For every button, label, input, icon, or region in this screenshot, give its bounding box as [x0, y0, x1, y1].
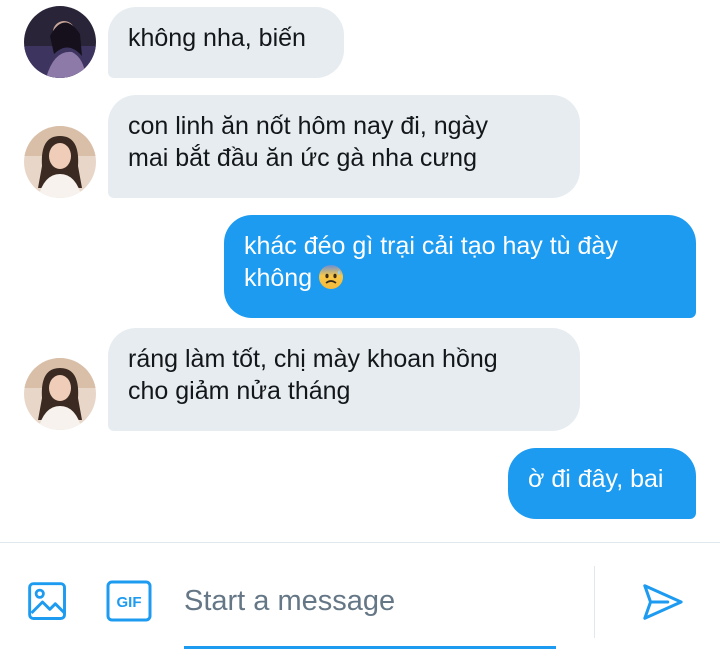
message-text: ờ đi đây, bai [528, 465, 664, 493]
message-text: ráng làm tốt, chị mày khoan hồng [128, 345, 498, 373]
message-bubble[interactable]: con linh ăn nốt hôm nay đi, ngày mai bắt… [108, 95, 580, 198]
message-text: cho giảm nửa tháng [128, 377, 351, 405]
message-text-line: không [244, 262, 676, 294]
gif-label: GIF [117, 594, 142, 611]
anxious-face-with-sweat-emoji [318, 264, 344, 290]
send-icon [643, 584, 683, 620]
image-icon [28, 582, 66, 620]
message-bubble[interactable]: không nha, biến [108, 7, 344, 78]
avatar-image [24, 6, 96, 78]
gif-icon: GIF [106, 580, 152, 622]
message-text: mai bắt đầu ăn ức gà nha cưng [128, 144, 477, 172]
message-bubble[interactable]: khác đéo gì trại cải tạo hay tù đày khôn… [224, 215, 696, 318]
message-text: khác đéo gì trại cải tạo hay tù đày [244, 232, 618, 260]
image-button[interactable] [24, 578, 72, 626]
message-text: không nha, biến [128, 24, 306, 52]
send-button[interactable] [638, 580, 686, 624]
message-bubble[interactable]: ráng làm tốt, chị mày khoan hồng cho giả… [108, 328, 580, 431]
message-input-underline [184, 646, 556, 649]
avatar[interactable] [24, 358, 96, 430]
message-bubble[interactable]: ờ đi đây, bai [508, 448, 696, 519]
composer-divider [0, 542, 720, 543]
send-divider [594, 566, 595, 638]
message-text: không [244, 264, 313, 292]
message-text: con linh ăn nốt hôm nay đi, ngày [128, 112, 488, 140]
message-input[interactable] [184, 578, 556, 624]
avatar-image [24, 358, 96, 430]
avatar-image [24, 126, 96, 198]
avatar[interactable] [24, 6, 96, 78]
avatar[interactable] [24, 126, 96, 198]
gif-button[interactable]: GIF [106, 580, 152, 622]
